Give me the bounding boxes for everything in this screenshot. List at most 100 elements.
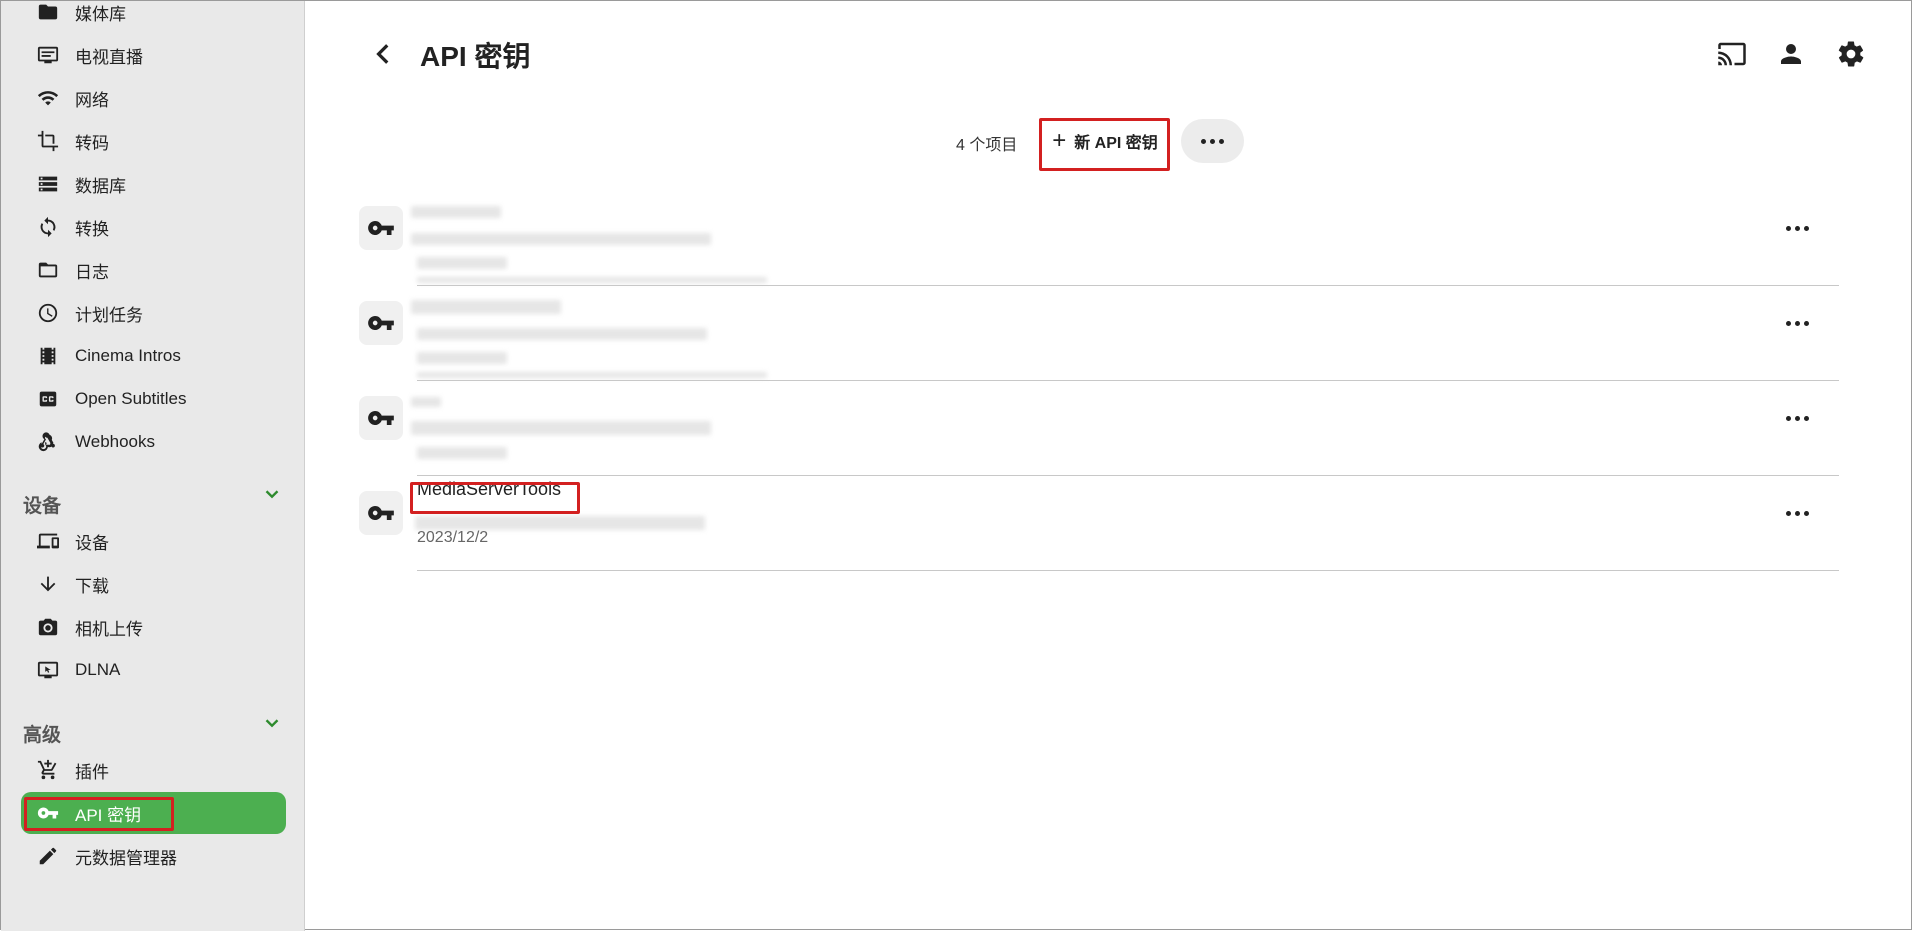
redacted-token (415, 516, 705, 530)
sidebar-item-label: 转码 (75, 133, 109, 153)
user-button[interactable] (1772, 35, 1810, 73)
sidebar-item-label: API 密钥 (75, 805, 142, 825)
sidebar-item-label: 电视直播 (75, 47, 143, 67)
sidebar-item-plugins[interactable]: 插件 (21, 749, 286, 791)
list-item[interactable]: MediaServerTools 2023/12/2 (357, 476, 1839, 571)
key-icon (359, 396, 403, 440)
key-icon (359, 206, 403, 250)
section-title-devices: 设备 (23, 496, 62, 517)
webhook-icon (21, 421, 75, 463)
new-api-key-button[interactable]: + 新 API 密钥 (1043, 121, 1167, 161)
sidebar-item-api-keys[interactable]: API 密钥 (21, 792, 286, 834)
sidebar-item-label: 数据库 (75, 176, 126, 196)
chevron-down-icon[interactable] (261, 483, 283, 505)
wifi-icon (21, 77, 75, 119)
redacted-token (411, 233, 711, 245)
new-api-key-label: 新 API 密钥 (1074, 135, 1158, 152)
redacted-token (411, 421, 711, 435)
sidebar-item-network[interactable]: 网络 (21, 77, 286, 119)
sidebar-item-open-subtitles[interactable]: Open Subtitles (21, 378, 286, 420)
key-icon (359, 491, 403, 535)
camera-icon (21, 606, 75, 648)
sidebar-item-label: 设备 (75, 533, 109, 553)
sidebar-item-metadata-manager[interactable]: 元数据管理器 (21, 835, 286, 877)
page-title: API 密钥 (420, 41, 531, 72)
row-more-button[interactable] (1779, 406, 1815, 430)
sidebar-item-label: 网络 (75, 90, 109, 110)
plus-icon: + (1052, 127, 1067, 154)
settings-icon (1838, 41, 1864, 67)
cast-icon (1718, 42, 1746, 66)
sidebar-item-label: 元数据管理器 (75, 848, 177, 868)
sidebar-item-label: Open Subtitles (75, 389, 187, 408)
list-item[interactable] (357, 381, 1839, 476)
redacted-name (411, 206, 501, 218)
sidebar-item-scheduled-tasks[interactable]: 计划任务 (21, 292, 286, 334)
key-icon (359, 301, 403, 345)
sidebar-item-cinema-intros[interactable]: Cinema Intros (21, 335, 286, 377)
sidebar-item-label: 计划任务 (75, 305, 143, 325)
sidebar-item-label: DLNA (75, 660, 121, 679)
tv-icon (21, 34, 75, 76)
sidebar-item-media-library[interactable]: 媒体库 (21, 0, 286, 33)
sidebar-item-downloads[interactable]: 下载 (21, 563, 286, 605)
sidebar-item-label: 插件 (75, 762, 109, 782)
cast-button[interactable] (1713, 35, 1751, 73)
film-icon (21, 335, 75, 377)
more-horizontal-icon (1785, 510, 1809, 516)
redacted-extra (417, 277, 767, 283)
sidebar-item-label: 下载 (75, 576, 109, 596)
cart-plus-icon (21, 749, 75, 791)
app-window: 媒体库 电视直播 网络 转码 数据库 转换 日志 计划任务 Cinema Int… (0, 0, 1912, 931)
dlna-icon (21, 649, 75, 691)
sidebar-item-label: Cinema Intros (75, 346, 181, 365)
row-more-button[interactable] (1779, 501, 1815, 525)
list-item[interactable] (357, 286, 1839, 381)
folder-outline-icon (21, 249, 75, 291)
sync-icon (21, 206, 75, 248)
redacted-date (417, 352, 507, 364)
sidebar-item-label: Webhooks (75, 432, 156, 451)
divider (417, 570, 1839, 571)
download-arrow-icon (21, 563, 75, 605)
section-title-advanced: 高级 (23, 725, 62, 746)
folder-icon (21, 0, 75, 33)
redacted-extra (417, 372, 767, 378)
more-horizontal-icon (1785, 225, 1809, 231)
sidebar-item-dlna[interactable]: DLNA (21, 649, 286, 691)
key-icon (21, 792, 75, 834)
redacted-name (411, 300, 561, 314)
more-options-button[interactable] (1181, 119, 1244, 163)
redacted-name (411, 397, 441, 407)
sidebar-item-label: 日志 (75, 262, 109, 282)
sidebar-item-camera-upload[interactable]: 相机上传 (21, 606, 286, 648)
back-button[interactable] (363, 33, 405, 75)
sidebar-item-transcoding[interactable]: 转码 (21, 120, 286, 162)
row-more-button[interactable] (1779, 311, 1815, 335)
redacted-date (417, 447, 507, 459)
devices-icon (21, 520, 75, 562)
sidebar-item-webhooks[interactable]: Webhooks (21, 421, 286, 463)
database-icon (21, 163, 75, 205)
sidebar-item-label: 媒体库 (75, 4, 126, 24)
sidebar-item-logs[interactable]: 日志 (21, 249, 286, 291)
closed-caption-icon (21, 378, 75, 420)
more-horizontal-icon (1785, 320, 1809, 326)
sidebar-item-devices[interactable]: 设备 (21, 520, 286, 562)
item-count: 4 个项目 (956, 137, 1018, 154)
more-horizontal-icon (1785, 415, 1809, 421)
sidebar-item-label: 相机上传 (75, 619, 143, 639)
sidebar-item-conversion[interactable]: 转换 (21, 206, 286, 248)
redacted-date (417, 257, 507, 269)
chevron-down-icon[interactable] (261, 712, 283, 734)
crop-icon (21, 120, 75, 162)
sidebar-item-database[interactable]: 数据库 (21, 163, 286, 205)
pencil-icon (21, 835, 75, 877)
sidebar-item-live-tv[interactable]: 电视直播 (21, 34, 286, 76)
user-icon (1781, 44, 1801, 64)
redacted-token (417, 328, 707, 340)
settings-button[interactable] (1832, 35, 1870, 73)
row-more-button[interactable] (1779, 216, 1815, 240)
clock-icon (21, 292, 75, 334)
list-item[interactable] (357, 191, 1839, 286)
